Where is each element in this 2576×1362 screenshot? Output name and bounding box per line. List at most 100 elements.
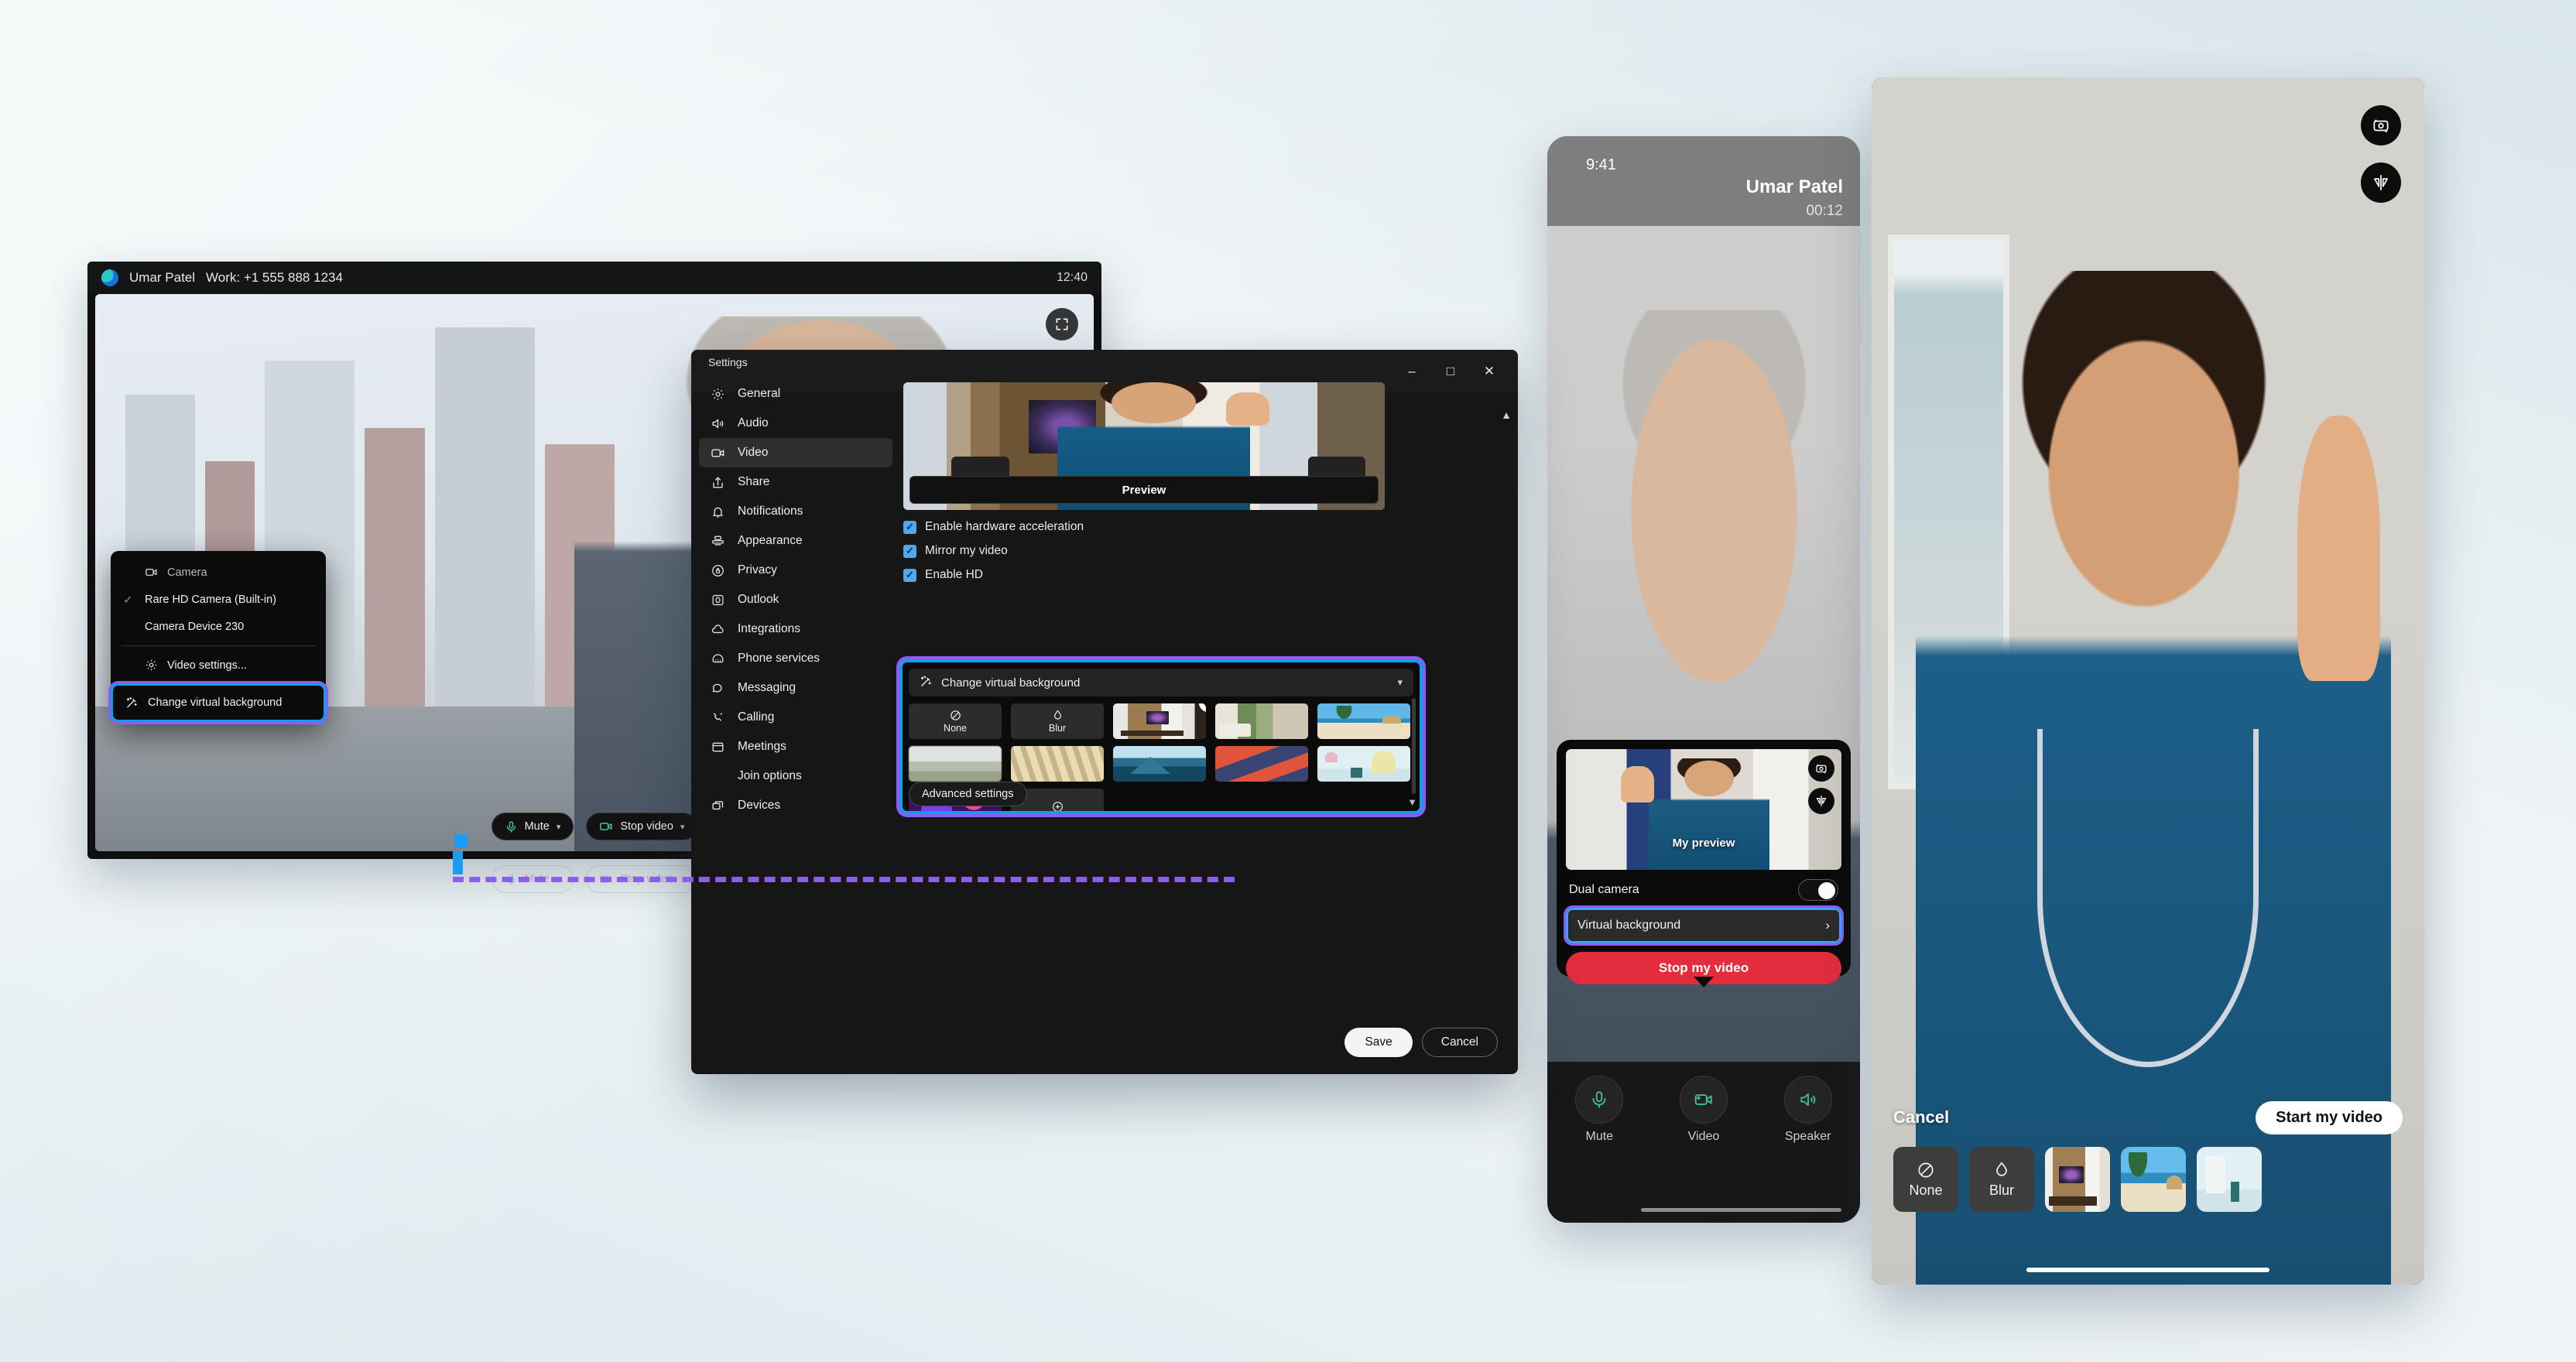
scroll-down-caret-icon[interactable]: ▼: [1407, 796, 1417, 808]
vbg-thumb-blue-mountains[interactable]: [1113, 746, 1206, 782]
checkbox-checked-icon[interactable]: ✓: [903, 520, 916, 534]
video-settings-menu-item[interactable]: Video settings...: [111, 652, 326, 679]
mobile-virtual-background-row[interactable]: Virtual background ›: [1568, 910, 1839, 941]
mobile-vbg-thumbnail-row: None Blur: [1872, 1142, 2424, 1212]
mobile-mute-button[interactable]: Mute: [1575, 1076, 1624, 1144]
vbg-thumb-none[interactable]: None: [909, 703, 1002, 739]
mobile-vbg-thumb-pastel-room[interactable]: [2197, 1147, 2262, 1212]
start-my-video-button[interactable]: Start my video: [2256, 1100, 2403, 1134]
stop-video-button[interactable]: Stop video ▾: [586, 813, 698, 840]
mute-button[interactable]: Mute ▾: [491, 813, 574, 840]
annotation-dashed-line: [453, 877, 1235, 882]
chevron-down-icon[interactable]: ▾: [1397, 676, 1403, 689]
bell-icon: [710, 505, 725, 519]
mute-label: Mute: [524, 820, 550, 833]
camera-device-option[interactable]: ✓ Rare HD Camera (Built-in): [111, 586, 326, 614]
advanced-settings-button[interactable]: Advanced settings: [909, 782, 1027, 806]
sidebar-item-join-options[interactable]: Join options: [699, 761, 892, 791]
home-indicator: [2026, 1268, 2270, 1272]
cancel-button[interactable]: Cancel: [1893, 1107, 1949, 1128]
chevron-right-icon: ›: [1825, 918, 1830, 933]
checkbox-label: Enable HD: [925, 568, 983, 581]
settings-footer: Save Cancel: [1345, 1028, 1498, 1057]
cancel-button[interactable]: Cancel: [1421, 1028, 1498, 1057]
sidebar-item-meetings[interactable]: Meetings: [699, 732, 892, 761]
mirror-flip-icon[interactable]: [1808, 788, 1834, 814]
vbg-thumb-pastel-room[interactable]: [1317, 746, 1410, 782]
vbg-thumb-office[interactable]: ✕: [1113, 703, 1206, 739]
chevron-down-icon[interactable]: ▾: [680, 822, 685, 832]
change-virtual-background-dropdown[interactable]: Change virtual background ▾: [909, 669, 1413, 696]
annotation-tick: [453, 851, 463, 874]
sidebar-item-integrations[interactable]: Integrations: [699, 614, 892, 644]
mobile-video-label: Video: [1687, 1130, 1720, 1143]
calendar-icon: [710, 740, 725, 755]
sidebar-item-appearance[interactable]: Appearance: [699, 526, 892, 556]
switch-camera-icon[interactable]: [2361, 105, 2401, 145]
settings-main-panel: ▲ Preview ✓ Enable hardware acceleration…: [899, 373, 1518, 1074]
sidebar-item-video[interactable]: Video: [699, 438, 892, 467]
share-icon: [710, 475, 725, 490]
vbg-thumb-beach-palm[interactable]: [1317, 703, 1410, 739]
devices-icon: [710, 799, 725, 813]
chat-bubble-icon: [710, 681, 725, 696]
change-virtual-background-menu-item[interactable]: Change virtual background: [115, 687, 322, 718]
checkbox-row-hardware-acceleration[interactable]: ✓ Enable hardware acceleration: [903, 520, 1498, 534]
home-indicator: [1641, 1208, 1841, 1212]
vbg-thumb-window-blinds[interactable]: [1011, 746, 1104, 782]
desktop-clock: 12:40: [1056, 271, 1088, 284]
mobile-call-screen: 9:41 Umar Patel 00:12 My preview Dual ca…: [1547, 136, 1860, 1223]
chevron-down-icon[interactable]: ▾: [557, 822, 561, 832]
mobile-video-button[interactable]: Video: [1679, 1076, 1728, 1144]
sidebar-item-devices[interactable]: Devices: [699, 791, 892, 820]
switch-camera-icon[interactable]: [1808, 755, 1834, 782]
sidebar-item-privacy[interactable]: Privacy: [699, 556, 892, 585]
desktop-titlebar: Umar Patel Work: +1 555 888 1234 12:40: [87, 262, 1101, 294]
checkbox-checked-icon[interactable]: ✓: [903, 568, 916, 582]
sidebar-item-label: Appearance: [738, 534, 803, 547]
mobile-vbg-thumb-blur[interactable]: Blur: [1969, 1147, 2034, 1212]
virtual-background-sheet: Cancel Start my video None Blur: [1872, 1093, 2424, 1285]
vbg-thumb-blur[interactable]: Blur: [1011, 703, 1104, 739]
caller-name: Umar Patel: [129, 270, 196, 285]
sidebar-item-label: Meetings: [738, 740, 786, 753]
fullscreen-icon[interactable]: [1046, 308, 1078, 340]
change-virtual-background-highlight: Change virtual background: [111, 683, 326, 722]
sidebar-item-general[interactable]: General: [699, 379, 892, 409]
mobile-vbg-thumb-none[interactable]: None: [1893, 1147, 1958, 1212]
sidebar-item-messaging[interactable]: Messaging: [699, 673, 892, 703]
save-button[interactable]: Save: [1345, 1028, 1413, 1057]
preview-waving-hand: [1225, 392, 1269, 426]
mobile-speaker-button[interactable]: Speaker: [1783, 1076, 1832, 1144]
sidebar-item-calling[interactable]: Calling: [699, 703, 892, 732]
mobile-virtual-background-screen: Cancel Start my video None Blur: [1872, 77, 2424, 1285]
camera-device-option[interactable]: Camera Device 230: [111, 614, 326, 640]
dual-camera-toggle[interactable]: [1798, 879, 1838, 901]
mobile-video-options-popover: My preview Dual camera Virtual backgroun…: [1557, 740, 1851, 984]
sidebar-item-outlook[interactable]: Outlook: [699, 585, 892, 614]
mobile-vbg-thumb-office[interactable]: [2045, 1147, 2110, 1212]
video-preview-card: Preview: [903, 382, 1385, 510]
outlook-icon: [710, 593, 725, 607]
checkbox-row-enable-hd[interactable]: ✓ Enable HD: [903, 568, 1498, 582]
checkbox-checked-icon[interactable]: ✓: [903, 544, 916, 558]
mobile-self-preview: My preview: [1566, 749, 1841, 870]
dual-camera-row[interactable]: Dual camera: [1566, 879, 1841, 901]
mirror-flip-icon[interactable]: [2361, 163, 2401, 203]
remove-background-icon[interactable]: ✕: [1199, 703, 1206, 712]
checkbox-row-mirror-my-video[interactable]: ✓ Mirror my video: [903, 544, 1498, 558]
speaker-icon: [710, 416, 725, 431]
scroll-up-caret-icon[interactable]: ▲: [1501, 409, 1512, 421]
vbg-thumb-mountain-haze[interactable]: [909, 746, 1002, 782]
gear-icon: [710, 387, 725, 402]
video-settings-label: Video settings...: [167, 659, 247, 672]
vbg-scrollbar[interactable]: [1412, 698, 1416, 794]
sidebar-item-notifications[interactable]: Notifications: [699, 497, 892, 526]
sidebar-item-audio[interactable]: Audio: [699, 409, 892, 438]
mobile-preview-label: My preview: [1672, 837, 1735, 850]
sidebar-item-share[interactable]: Share: [699, 467, 892, 497]
vbg-thumb-forest-living-room[interactable]: [1215, 703, 1308, 739]
vbg-thumb-red-zigzag[interactable]: [1215, 746, 1308, 782]
mobile-vbg-thumb-beach-palm[interactable]: [2121, 1147, 2186, 1212]
sidebar-item-phone-services[interactable]: Phone services: [699, 644, 892, 673]
